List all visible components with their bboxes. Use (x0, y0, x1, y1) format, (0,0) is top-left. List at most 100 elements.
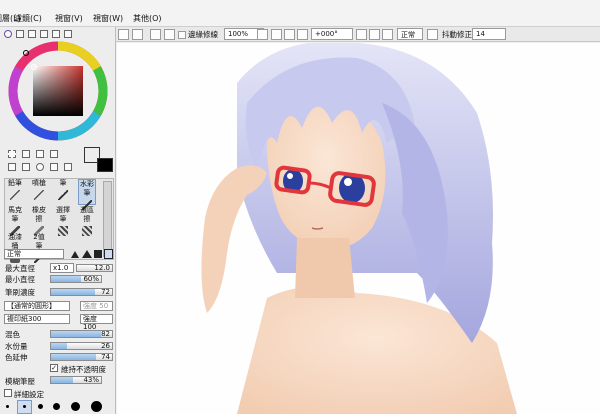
tool-watercolor[interactable]: 水彩筆 (78, 179, 96, 210)
hsv-slider-tab-icon[interactable] (28, 30, 36, 38)
scratchpad-tab-icon[interactable] (64, 30, 72, 38)
tool-eraser[interactable]: 橡皮擦 (30, 206, 48, 236)
palette-tab-icon[interactable] (40, 30, 48, 38)
hand (201, 165, 267, 313)
brush-shape-square-icon[interactable] (94, 250, 102, 258)
secondary-color-swatch[interactable] (97, 158, 113, 172)
deselect-icon[interactable] (118, 29, 129, 40)
antialias-checkbox[interactable] (178, 31, 186, 39)
menu-filter[interactable]: 濾鏡(C) (14, 13, 42, 24)
shape-strength[interactable]: 強度 50 (80, 301, 113, 311)
select-pen-icon (58, 226, 68, 236)
magic-wand-icon[interactable] (36, 150, 44, 158)
rgb-slider-tab-icon[interactable] (16, 30, 24, 38)
water-label: 水份量 (5, 342, 28, 351)
min-size-slider[interactable]: 60% (50, 275, 102, 283)
blend-mode-select[interactable]: 正常 (397, 28, 423, 40)
brush-size-dot-4[interactable] (53, 403, 60, 410)
shape-strength-value: 50 (99, 302, 109, 310)
lasso-icon[interactable] (22, 150, 30, 158)
left-eye-highlight (287, 173, 293, 179)
zoom-reset-icon[interactable] (297, 29, 308, 40)
menu-other[interactable]: 其他(O) (133, 13, 162, 24)
antialias-label: 邊緣修線 (188, 30, 218, 39)
illustration (201, 43, 517, 414)
tool-select-eraser[interactable]: 選區擦 (78, 206, 96, 236)
rect-select-icon[interactable] (8, 150, 16, 158)
color-extend-slider[interactable]: 74 (50, 353, 113, 361)
zoom-in-icon[interactable] (271, 29, 282, 40)
density-slider[interactable]: 72 (50, 288, 113, 296)
tool-airbrush[interactable]: 噴槍 (30, 179, 48, 205)
brush-size-dot-5[interactable] (71, 402, 80, 411)
brush-shape-selected-icon[interactable] (104, 249, 113, 259)
blur-pressure-fill (51, 377, 73, 383)
density-fill (51, 289, 95, 295)
max-size-multiplier[interactable]: x1.0 (50, 263, 74, 273)
show-selection-icon[interactable] (164, 29, 175, 40)
menu-bar: 圖層(L) 濾鏡(C) 視窗(V) 視窗(W) 其他(O) (0, 0, 600, 27)
min-size-value: 60% (83, 275, 99, 283)
hand-icon[interactable] (50, 163, 58, 171)
tool-grid: 鉛筆 噴槍 筆 水彩筆 馬克筆 橡皮擦 選擇筆 選區擦 油漆桶 2值筆 (4, 178, 114, 263)
stabilizer-select[interactable]: 14 (472, 28, 506, 40)
menu-view[interactable]: 視窗(V) (55, 13, 83, 24)
blend-fill (51, 331, 102, 337)
tool-select-pen[interactable]: 選擇筆 (54, 206, 72, 236)
rotate-right-icon[interactable] (369, 29, 380, 40)
swatch-tab-icon[interactable] (52, 30, 60, 38)
zoom-out-icon[interactable] (284, 29, 295, 40)
tool-select-eraser-label: 選區擦 (80, 206, 94, 223)
brush-shape-triangle-small-icon[interactable] (71, 251, 79, 258)
rotate-reset-icon[interactable] (382, 29, 393, 40)
tool-marker[interactable]: 馬克筆 (6, 206, 24, 236)
airbrush-icon (34, 190, 44, 200)
brush-size-presets (4, 399, 116, 414)
water-fill (51, 343, 67, 349)
texture-strength-label: 強度 (83, 315, 97, 323)
zoom-tool-icon[interactable] (22, 163, 30, 171)
invert-icon[interactable] (150, 29, 161, 40)
tool-pencil-label: 鉛筆 (8, 179, 22, 187)
pencil-icon (10, 190, 20, 200)
color-extend-label: 色延伸 (5, 353, 28, 362)
water-value: 26 (101, 342, 110, 350)
color-picker-icon[interactable] (50, 150, 58, 158)
menu-window[interactable]: 視窗(W) (93, 13, 123, 24)
select-all-icon[interactable] (132, 29, 143, 40)
tool-marker-label: 馬克筆 (8, 206, 22, 223)
texture-strength[interactable]: 強度 100 (80, 314, 113, 331)
drawing-canvas[interactable] (117, 43, 600, 414)
brush-size-dot-3[interactable] (38, 404, 43, 409)
tool-pencil[interactable]: 鉛筆 (6, 179, 24, 205)
move-icon[interactable] (8, 163, 16, 171)
keep-opacity-checkbox[interactable]: ✓ (50, 364, 58, 372)
detail-checkbox[interactable] (4, 389, 12, 397)
select-eraser-icon (82, 226, 92, 236)
texture-select[interactable]: 複印紙300 (4, 314, 70, 324)
blend-label: 混色 (5, 330, 20, 339)
zoom-dropdown-icon[interactable] (257, 29, 268, 40)
color-wheel-tab-icon[interactable] (4, 30, 12, 38)
tool-airbrush-label: 噴槍 (32, 179, 46, 187)
tool-grid-scrollbar[interactable] (103, 181, 112, 257)
color-wheel[interactable] (8, 41, 108, 141)
tool-brush[interactable]: 筆 (54, 179, 72, 205)
brush-size-dot-6[interactable] (91, 401, 102, 412)
blend-slider[interactable]: 82 (50, 330, 113, 338)
rotate-tool-icon[interactable] (36, 163, 44, 171)
rotate-left-icon[interactable] (356, 29, 367, 40)
brush-shape-triangle-icon[interactable] (82, 250, 92, 258)
rotation-select[interactable]: +000° (311, 28, 353, 40)
brush-size-dot-1[interactable] (6, 405, 9, 408)
shape-strength-label: 強度 (83, 302, 97, 310)
blur-pressure-slider[interactable]: 43% (50, 376, 102, 384)
brush-blend-select[interactable]: 正常 (4, 249, 64, 259)
blend-value: 82 (101, 330, 110, 338)
max-size-slider[interactable]: 12.0 (76, 264, 113, 272)
water-slider[interactable]: 26 (50, 342, 113, 350)
eyedropper-icon[interactable] (64, 163, 72, 171)
brush-shape-select[interactable]: 【通常的圓形】 (4, 301, 70, 311)
keep-opacity-label: 維持不透明度 (61, 365, 106, 374)
mode-dropdown-icon[interactable] (427, 29, 438, 40)
